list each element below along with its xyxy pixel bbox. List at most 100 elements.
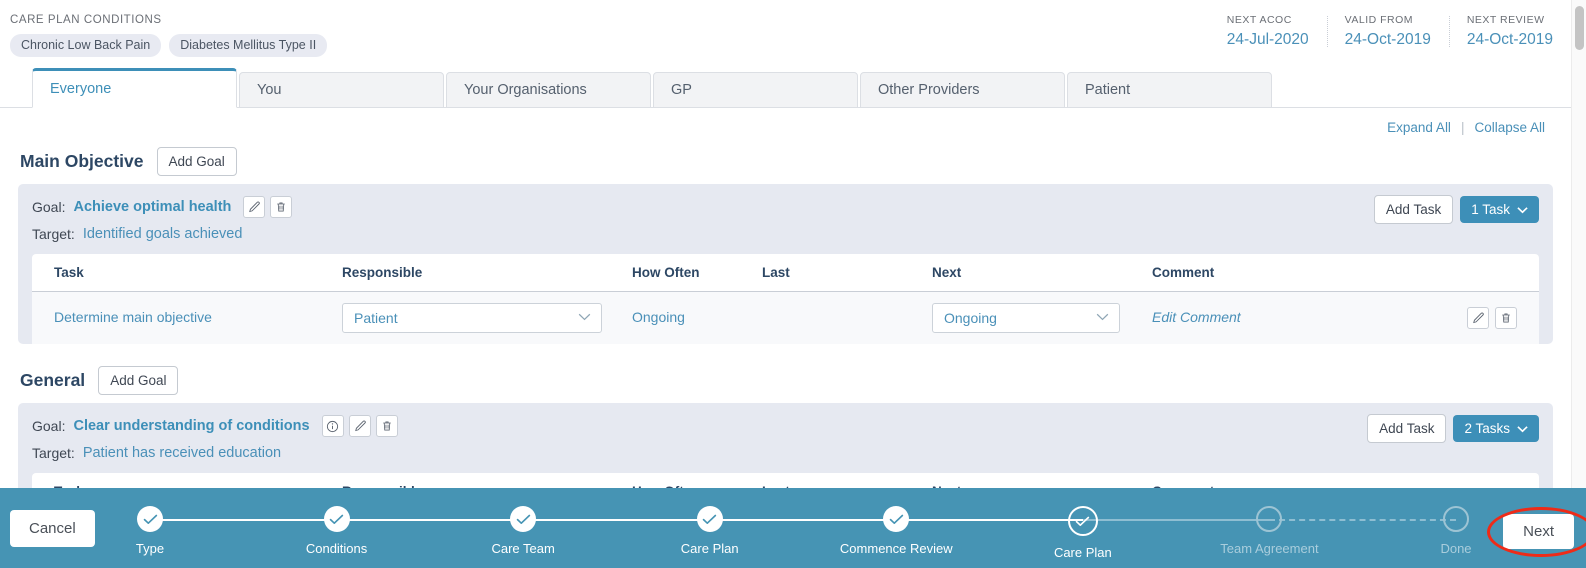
pencil-icon: [354, 420, 366, 432]
delete-task-button[interactable]: [1495, 307, 1517, 329]
edit-task-button[interactable]: [1467, 307, 1489, 329]
chevron-down-icon: [578, 312, 591, 324]
wizard-step[interactable]: Team Agreement: [1199, 506, 1339, 556]
add-goal-button[interactable]: Add Goal: [156, 147, 237, 176]
how-often-value: Ongoing: [632, 309, 685, 325]
step-label: Care Plan: [680, 541, 739, 556]
target-name[interactable]: Identified goals achieved: [83, 226, 243, 242]
goal-prefix-label: Goal:: [32, 418, 66, 434]
column-header-task: Task: [54, 265, 84, 280]
wizard-steps-track: Type Conditions Care Team Care Plan Commence…: [136, 506, 1472, 562]
step-connector: [896, 519, 1083, 521]
pencil-icon: [248, 201, 261, 213]
goal-name[interactable]: Achieve optimal health: [73, 199, 231, 215]
cell-row-actions: [1452, 307, 1529, 329]
next-button-wrap: Next: [1487, 507, 1586, 557]
tab-other-providers[interactable]: Other Providers: [860, 72, 1065, 108]
step-dot: [1443, 506, 1469, 532]
goal-name[interactable]: Clear understanding of conditions: [73, 418, 309, 434]
goal-action-buttons: [321, 415, 398, 437]
column-header-last: Last: [762, 265, 790, 280]
goal-action-buttons: [243, 196, 293, 218]
meta-label: NEXT ACOC: [1226, 14, 1292, 26]
tab-gp[interactable]: GP: [653, 72, 858, 108]
check-icon: [516, 514, 531, 525]
table-row: Determine main objective Patient Ongoing…: [32, 292, 1539, 344]
tab-label: GP: [671, 82, 692, 98]
step-dot: [137, 506, 163, 532]
wizard-step[interactable]: Care Plan: [640, 506, 780, 556]
care-plan-screen: CARE PLAN CONDITIONS Chronic Low Back Pa…: [0, 0, 1586, 568]
wizard-step[interactable]: Conditions: [267, 506, 407, 556]
step-dot: [883, 506, 910, 532]
section-title: Main Objective: [20, 151, 144, 171]
goal-row: Goal: Clear understanding of conditions: [32, 415, 1539, 437]
add-task-button[interactable]: Add Task: [1367, 414, 1447, 443]
tab-everyone[interactable]: Everyone: [32, 68, 237, 108]
chevron-down-icon: [1517, 202, 1528, 217]
next-button[interactable]: Next: [1503, 514, 1574, 549]
step-dot: [1256, 506, 1283, 532]
step-label: Done: [1440, 541, 1472, 556]
meta-label: NEXT REVIEW: [1466, 14, 1545, 26]
cell-comment: Edit Comment: [1152, 309, 1452, 327]
delete-goal-button[interactable]: [375, 415, 398, 437]
goal-info-button[interactable]: [321, 415, 344, 437]
meta-value: 24-Oct-2019: [1344, 31, 1431, 48]
step-connector: [150, 519, 337, 521]
scrollbar-thumb[interactable]: [1575, 6, 1584, 50]
condition-chip[interactable]: Chronic Low Back Pain: [10, 34, 162, 57]
cell-task: Determine main objective: [42, 309, 342, 327]
expand-all-link[interactable]: Expand All: [1387, 120, 1451, 135]
collapse-all-link[interactable]: Collapse All: [1474, 120, 1545, 135]
add-goal-button[interactable]: Add Goal: [98, 366, 179, 395]
condition-chip[interactable]: Diabetes Mellitus Type II: [169, 34, 328, 57]
step-connector: [1082, 519, 1270, 521]
step-label: Care Team: [491, 541, 555, 556]
expand-collapse-toolbar: Expand All | Collapse All: [18, 108, 1553, 135]
task-count-label: 2 Tasks: [1464, 421, 1510, 436]
wizard-step[interactable]: Care Plan: [1013, 506, 1153, 560]
column-header-how-often: How Often: [632, 265, 700, 280]
target-prefix-label: Target:: [32, 226, 75, 242]
task-name-link[interactable]: Determine main objective: [54, 309, 212, 325]
next-select[interactable]: Ongoing: [932, 303, 1120, 333]
edit-goal-button[interactable]: [348, 415, 371, 437]
cell-how-often: Ongoing: [632, 309, 762, 327]
check-icon: [889, 514, 904, 525]
task-count-label: 1 Task: [1471, 202, 1510, 217]
wizard-step[interactable]: Commence Review: [826, 506, 966, 556]
task-count-toggle[interactable]: 2 Tasks: [1453, 415, 1539, 442]
tab-your-organisations[interactable]: Your Organisations: [446, 72, 651, 108]
step-connector: [336, 519, 524, 521]
task-count-toggle[interactable]: 1 Task: [1460, 196, 1539, 223]
delete-goal-button[interactable]: [270, 196, 293, 218]
tab-label: Everyone: [50, 81, 112, 97]
cell-next: Ongoing: [932, 303, 1152, 333]
meta-next-review: NEXT REVIEW 24-Oct-2019: [1448, 14, 1553, 49]
wizard-footer: Cancel Type Conditions Care Team Care Plan C…: [0, 488, 1586, 568]
wizard-step[interactable]: Type: [80, 506, 220, 556]
task-table-main-objective: Task Responsible How Often Last Next Com…: [32, 254, 1539, 344]
add-task-button[interactable]: Add Task: [1373, 195, 1454, 224]
tab-you[interactable]: You: [239, 72, 444, 108]
step-label: Type: [135, 541, 165, 556]
wizard-step[interactable]: Care Team: [453, 506, 593, 556]
care-plan-content: Expand All | Collapse All Main Objective…: [0, 108, 1571, 511]
step-connector: [1269, 519, 1456, 521]
wizard-steps: Type Conditions Care Team Care Plan Commence…: [136, 506, 1472, 562]
tab-label: Other Providers: [878, 82, 980, 98]
task-table-header: Task Responsible How Often Last Next Com…: [32, 254, 1539, 292]
meta-value: 24-Oct-2019: [1466, 31, 1553, 48]
target-name[interactable]: Patient has received education: [83, 445, 281, 461]
step-label: Care Plan: [1053, 545, 1112, 560]
step-label: Team Agreement: [1220, 541, 1319, 556]
responsible-select[interactable]: Patient: [342, 303, 602, 333]
audience-tabs: Everyone You Your Organisations GP Other…: [0, 68, 1571, 108]
info-icon: [326, 420, 339, 433]
step-dot: [510, 506, 537, 532]
edit-goal-button[interactable]: [243, 196, 266, 218]
vertical-scrollbar[interactable]: [1571, 0, 1586, 568]
tab-patient[interactable]: Patient: [1067, 72, 1272, 108]
edit-comment-link[interactable]: Edit Comment: [1152, 309, 1241, 325]
